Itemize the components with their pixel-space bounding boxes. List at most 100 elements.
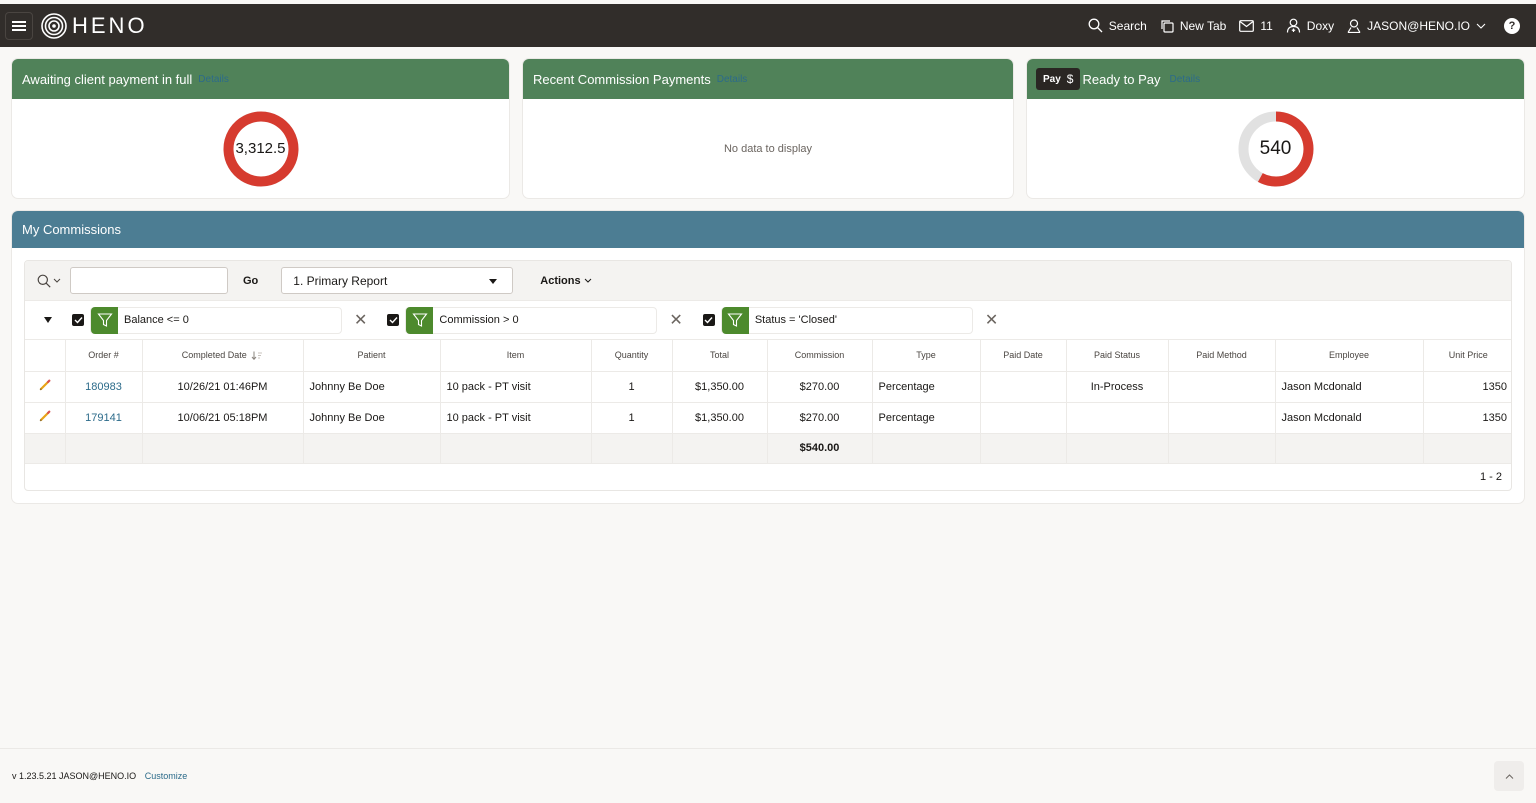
doxy-label: Doxy — [1306, 18, 1335, 33]
user-menu[interactable]: JASON@HENO.IO — [1347, 19, 1486, 33]
chevron-down-icon — [584, 278, 591, 283]
filter-pill[interactable]: Balance <= 0 — [90, 306, 342, 334]
doctor-icon — [1286, 18, 1300, 33]
empty-cell — [303, 433, 441, 464]
empty-cell — [1066, 433, 1169, 464]
item-cell: 10 pack - PT visit — [440, 371, 592, 403]
pencil-edit-icon[interactable] — [39, 379, 51, 391]
user-email: JASON@HENO.IO — [1367, 18, 1470, 33]
totals-row: $540.00 — [25, 433, 1511, 464]
column-header-paid-method[interactable]: Paid Method — [1168, 340, 1276, 372]
filter-pill[interactable]: Status = 'Closed' — [720, 306, 973, 334]
empty-cell — [591, 433, 673, 464]
funnel-icon — [91, 306, 118, 334]
column-header-paid-date[interactable]: Paid Date — [980, 340, 1067, 372]
heno-logo-icon — [41, 12, 67, 39]
actions-label: Actions — [540, 274, 581, 287]
edit-cell — [25, 402, 66, 434]
gauge-value: 540 — [1259, 137, 1292, 159]
column-header-commission[interactable]: Commission — [767, 340, 873, 372]
filter-label: Commission > 0 — [439, 314, 519, 326]
employee-cell: Jason Mcdonald — [1275, 402, 1424, 434]
card-body: No data to display — [523, 99, 1013, 198]
search-column-menu[interactable] — [37, 274, 61, 288]
order-cell: 180983 — [65, 371, 143, 403]
go-button[interactable]: Go — [243, 275, 258, 287]
help-button[interactable]: ? — [1504, 17, 1520, 34]
search-nav-item[interactable]: Search — [1088, 18, 1147, 33]
card-header: Awaiting client payment in full Details — [12, 59, 509, 99]
column-header-edit — [25, 340, 66, 372]
quantity-cell: 1 — [591, 371, 673, 403]
chevron-up-icon — [1505, 773, 1513, 779]
unit-price-cell: 1350 — [1423, 402, 1511, 434]
remove-filter-button[interactable]: ✕ — [354, 310, 367, 330]
filter-enable-checkbox[interactable] — [702, 314, 715, 326]
order-link[interactable]: 180983 — [85, 381, 122, 393]
dollar-icon: $ — [1066, 72, 1074, 86]
footer-info: v 1.23.5.21 JASON@HENO.IO Customize — [12, 771, 187, 781]
interactive-report: Go 1. Primary Report Actions Balance <= … — [24, 260, 1512, 491]
column-header-type[interactable]: Type — [872, 340, 981, 372]
order-link[interactable]: 179141 — [85, 412, 122, 424]
table-row: 179141 10/06/21 05:18PM Johnny Be Doe 10… — [25, 402, 1511, 434]
column-header-patient[interactable]: Patient — [303, 340, 441, 372]
sort-descending-icon — [251, 351, 263, 361]
funnel-icon — [406, 306, 434, 334]
pencil-edit-icon[interactable] — [39, 410, 51, 422]
column-header-employee[interactable]: Employee — [1275, 340, 1424, 372]
filter-commission: Commission > 0 ✕ — [387, 306, 683, 334]
collapse-filters-toggle[interactable] — [44, 317, 52, 323]
completed-date-cell: 10/06/21 05:18PM — [142, 402, 304, 434]
column-header-total[interactable]: Total — [672, 340, 768, 372]
remove-filter-button[interactable]: ✕ — [669, 310, 682, 330]
column-header-unit-price[interactable]: Unit Price — [1423, 340, 1511, 372]
column-header-quantity[interactable]: Quantity — [591, 340, 673, 372]
patient-cell: Johnny Be Doe — [303, 402, 441, 434]
card-title: Ready to Pay — [1082, 71, 1161, 87]
report-filters: Balance <= 0 ✕ Commission > 0 ✕ Status =… — [25, 301, 1511, 340]
commission-cell: $270.00 — [767, 371, 873, 403]
card-title: Awaiting client payment in full — [22, 71, 193, 87]
patient-cell: Johnny Be Doe — [303, 371, 441, 403]
search-label: Search — [1108, 18, 1147, 33]
paid-method-cell — [1168, 371, 1276, 403]
page-footer: v 1.23.5.21 JASON@HENO.IO Customize — [0, 748, 1536, 803]
filter-enable-checkbox[interactable] — [387, 314, 400, 326]
pay-button[interactable]: Pay $ — [1036, 68, 1081, 90]
chevron-down-icon — [1476, 23, 1486, 29]
empty-state-message: No data to display — [723, 142, 813, 155]
filter-pill[interactable]: Commission > 0 — [405, 306, 658, 334]
new-tab-nav-item[interactable]: New Tab — [1160, 19, 1226, 33]
empty-cell — [65, 433, 143, 464]
app-logo[interactable]: HENO — [41, 13, 148, 39]
paid-date-cell — [980, 402, 1067, 434]
details-link[interactable]: Details — [717, 74, 748, 85]
details-link[interactable]: Details — [1170, 74, 1201, 85]
column-header-paid-status[interactable]: Paid Status — [1066, 340, 1169, 372]
customize-link[interactable]: Customize — [145, 771, 188, 781]
column-header-item[interactable]: Item — [440, 340, 592, 372]
details-link[interactable]: Details — [198, 74, 229, 85]
actions-menu-button[interactable]: Actions — [540, 275, 591, 287]
user-icon — [1347, 18, 1361, 33]
doxy-nav-item[interactable]: Doxy — [1286, 18, 1334, 33]
table-header-row: Order # Completed Date Patient Item Quan… — [25, 340, 1511, 372]
empty-cell — [142, 433, 304, 464]
recent-commission-payments-card: Recent Commission Payments Details No da… — [523, 59, 1013, 198]
filter-balance: Balance <= 0 ✕ — [72, 306, 367, 334]
column-header-completed-date[interactable]: Completed Date — [142, 340, 304, 372]
employee-cell: Jason Mcdonald — [1275, 371, 1424, 403]
remove-filter-button[interactable]: ✕ — [985, 310, 998, 330]
messages-nav-item[interactable]: 11 — [1239, 19, 1273, 33]
funnel-icon — [721, 306, 749, 334]
hamburger-menu-button[interactable] — [5, 11, 33, 40]
scroll-to-top-button[interactable] — [1494, 761, 1524, 791]
ready-to-pay-card: Pay $ Ready to Pay Details 540 — [1027, 59, 1524, 198]
filter-enable-checkbox[interactable] — [72, 314, 84, 326]
saved-report-select[interactable]: 1. Primary Report — [281, 267, 514, 294]
report-search-input[interactable] — [70, 267, 228, 294]
column-header-order[interactable]: Order # — [65, 340, 143, 372]
paid-status-cell — [1066, 402, 1169, 434]
pay-label: Pay — [1043, 73, 1061, 85]
